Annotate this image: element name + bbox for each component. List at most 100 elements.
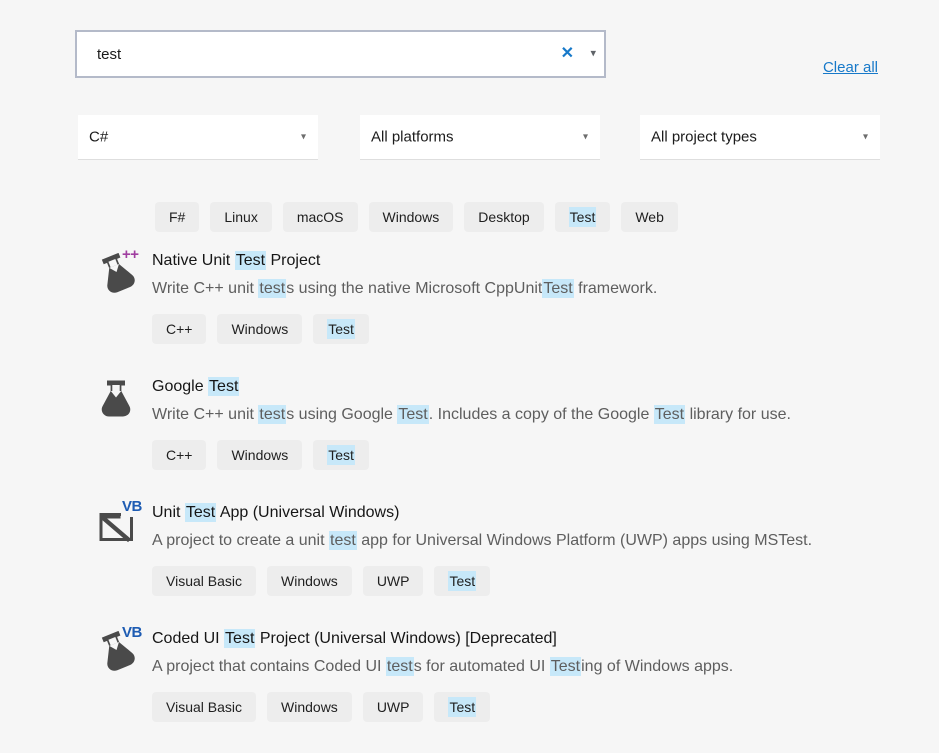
project-type-dropdown[interactable]: All project types ▾ (640, 115, 880, 160)
vb-badge: VB (121, 499, 143, 517)
tag-pill[interactable]: Windows (217, 314, 302, 344)
tag-pill-label: Windows (383, 209, 440, 225)
search-input[interactable] (77, 32, 557, 76)
tag-pill[interactable]: Test (313, 314, 369, 344)
project-template-item[interactable]: VB Coded UI Test Project (Universal Wind… (97, 627, 939, 753)
project-template-icon: ++ (97, 249, 152, 375)
tag-pill[interactable]: C++ (152, 440, 206, 470)
text-segment: s using the native Microsoft CppUnit (286, 280, 542, 297)
tag-pill-label: Test (327, 445, 355, 465)
tag-pill[interactable]: Windows (217, 440, 302, 470)
text-segment: Project (266, 252, 320, 269)
search-match-highlight: Test (654, 405, 685, 424)
clear-search-icon[interactable]: ✕ (561, 46, 574, 62)
project-template-description: A project that contains Coded UI tests f… (152, 658, 939, 676)
tag-pill[interactable]: Visual Basic (152, 566, 256, 596)
tag-pill-label: Test (327, 319, 355, 339)
project-template-tags: Visual Basic Windows UWP Test (152, 566, 939, 596)
text-segment: Unit (152, 504, 185, 521)
tag-pill[interactable]: Windows (267, 566, 352, 596)
project-template-icon (97, 375, 152, 501)
search-match-highlight: Test (208, 377, 239, 396)
search-match-highlight: Test (397, 405, 428, 424)
vb-badge: VB (121, 625, 143, 643)
tag-pill[interactable]: UWP (363, 566, 424, 596)
project-type-dropdown-value: All project types (651, 129, 757, 146)
tag-pill-label: Desktop (478, 209, 529, 225)
tag-pill-label: C++ (166, 447, 192, 463)
project-template-title: Google Test (152, 378, 939, 396)
tag-pill-label: Windows (281, 699, 338, 715)
text-segment: s using Google (286, 406, 397, 423)
project-template-tags: Visual Basic Windows UWP Test (152, 692, 939, 722)
platform-dropdown[interactable]: All platforms ▾ (360, 115, 600, 160)
text-segment: App (Universal Windows) (216, 504, 399, 521)
tag-pill[interactable]: UWP (363, 692, 424, 722)
tag-pill-label: Windows (231, 321, 288, 337)
text-segment: A project to create a unit (152, 532, 329, 549)
project-template-icon: VB (97, 501, 152, 627)
search-match-highlight: test (258, 279, 286, 298)
text-segment: ing of Windows apps. (581, 658, 733, 675)
tag-pill[interactable]: F# (155, 202, 199, 232)
search-match-highlight: Test (224, 629, 255, 648)
tag-pill[interactable]: C++ (152, 314, 206, 344)
text-segment: Google (152, 378, 208, 395)
tag-pill-label: Windows (281, 573, 338, 589)
tag-pill-label: Visual Basic (166, 573, 242, 589)
project-template-description: Write C++ unit tests using Google Test. … (152, 406, 939, 424)
chevron-down-icon: ▾ (863, 132, 868, 143)
project-template-title: Unit Test App (Universal Windows) (152, 504, 939, 522)
tag-pill[interactable]: Desktop (464, 202, 543, 232)
text-segment: Coded UI (152, 630, 224, 647)
tag-pill[interactable]: Test (555, 202, 611, 232)
tag-pill-label: Linux (224, 209, 257, 225)
text-segment: . Includes a copy of the Google (429, 406, 654, 423)
project-template-title: Coded UI Test Project (Universal Windows… (152, 630, 939, 648)
clear-all-link[interactable]: Clear all (823, 59, 878, 76)
tag-pill-label: F# (169, 209, 185, 225)
search-dropdown-icon[interactable]: ▾ (590, 49, 596, 60)
search-match-highlight: test (258, 405, 286, 424)
search-match-highlight: Test (542, 279, 573, 298)
tag-pill-label: Web (635, 209, 664, 225)
search-match-highlight: Test (185, 503, 216, 522)
tag-pill[interactable]: Test (434, 692, 490, 722)
tag-pill[interactable]: Web (621, 202, 678, 232)
project-template-title: Native Unit Test Project (152, 252, 939, 270)
tag-pill[interactable]: Test (313, 440, 369, 470)
text-segment: Native Unit (152, 252, 235, 269)
flask-icon (97, 379, 135, 421)
project-template-list: ++ Native Unit Test Project Write C++ un… (97, 249, 939, 753)
tag-pill[interactable]: Visual Basic (152, 692, 256, 722)
text-segment: Project (Universal Windows) [Deprecated] (255, 630, 556, 647)
text-segment: library for use. (685, 406, 791, 423)
tag-pill-label: macOS (297, 209, 344, 225)
project-template-description: A project to create a unit test app for … (152, 532, 939, 550)
cpp-plus-plus-badge: ++ (121, 247, 140, 265)
tag-pill[interactable]: macOS (283, 202, 358, 232)
tag-pill-label: Windows (231, 447, 288, 463)
text-segment: app for Universal Windows Platform (UWP)… (357, 532, 812, 549)
project-template-item[interactable]: ++ Native Unit Test Project Write C++ un… (97, 249, 939, 375)
tag-pill[interactable]: Windows (267, 692, 352, 722)
chevron-down-icon: ▾ (583, 132, 588, 143)
tag-pill-label: UWP (377, 699, 410, 715)
tag-pill[interactable]: Linux (210, 202, 271, 232)
text-segment: Write C++ unit (152, 280, 258, 297)
search-match-highlight: test (386, 657, 414, 676)
tag-pill-label: Visual Basic (166, 699, 242, 715)
tag-pill-label: Test (569, 207, 597, 227)
tag-pill-label: Test (448, 697, 476, 717)
tag-pill-label: C++ (166, 321, 192, 337)
tag-pill[interactable]: Test (434, 566, 490, 596)
search-box[interactable]: ✕ ▾ (75, 30, 606, 78)
tag-pill[interactable]: Windows (369, 202, 454, 232)
text-segment: framework. (574, 280, 658, 297)
tag-pill-label: Test (448, 571, 476, 591)
language-dropdown[interactable]: C# ▾ (78, 115, 318, 160)
project-template-item[interactable]: Google Test Write C++ unit tests using G… (97, 375, 939, 501)
text-segment: s for automated UI (414, 658, 550, 675)
text-segment: Write C++ unit (152, 406, 258, 423)
project-template-item[interactable]: VB Unit Test App (Universal Windows) A p… (97, 501, 939, 627)
